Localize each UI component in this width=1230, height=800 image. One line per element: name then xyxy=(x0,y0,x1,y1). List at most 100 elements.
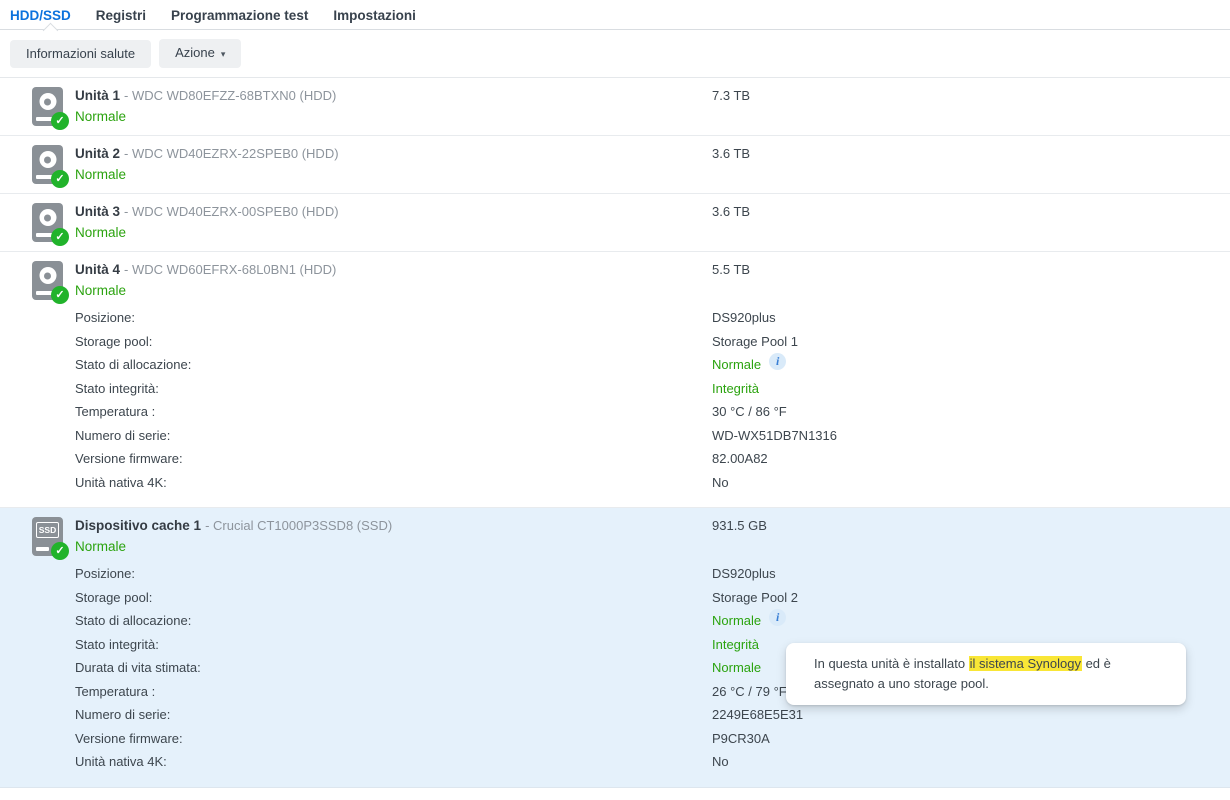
info-icon[interactable]: i xyxy=(769,353,787,370)
detail-value: No xyxy=(712,474,729,490)
ssd-icon: SSD ✓ xyxy=(32,517,69,560)
detail-label: Posizione: xyxy=(75,566,135,581)
detail-row: Stato di allocazione: Normale i xyxy=(75,353,1230,377)
detail-value: Storage Pool 2 xyxy=(712,589,799,605)
tooltip-highlight: il sistema Synology xyxy=(968,656,1082,671)
detail-label: Versione firmware: xyxy=(75,451,183,466)
detail-row: Storage pool: Storage Pool 1 xyxy=(75,330,1230,354)
detail-value: 30 °C / 86 °F xyxy=(712,404,787,419)
drive-model: - WDC WD60EFRX-68L0BN1 (HDD) xyxy=(124,262,337,277)
tab-registri[interactable]: Registri xyxy=(96,8,146,23)
detail-label: Stato integrità: xyxy=(75,636,159,652)
status-check-icon: ✓ xyxy=(51,542,69,560)
drive-name: Unità 1 xyxy=(75,88,121,103)
detail-label: Unità nativa 4K: xyxy=(75,474,167,490)
detail-row: Stato integrità: Integrità xyxy=(75,377,1230,401)
chevron-down-icon: ▾ xyxy=(220,49,226,59)
detail-row: Posizione: DS920plus xyxy=(75,562,1230,586)
hdd-platter xyxy=(39,151,56,168)
drive-row-2[interactable]: ✓ Unità 2- WDC WD40EZRX-22SPEB0 (HDD) No… xyxy=(0,136,1230,194)
drive-capacity: 3.6 TB xyxy=(712,146,751,161)
detail-row: Versione firmware: P9CR30A xyxy=(75,727,1230,751)
status-check-icon: ✓ xyxy=(51,170,69,188)
health-info-button[interactable]: Informazioni salute xyxy=(10,39,152,68)
drive-status: Normale xyxy=(75,539,127,554)
detail-value: WD-WX51DB7N1316 xyxy=(712,427,837,443)
status-check-icon: ✓ xyxy=(51,286,69,304)
detail-row: Posizione: DS920plus xyxy=(75,306,1230,330)
drive-row-1[interactable]: ✓ Unità 1- WDC WD80EFZZ-68BTXN0 (HDD) No… xyxy=(0,78,1230,136)
info-icon[interactable]: i xyxy=(769,609,787,626)
detail-label: Numero di serie: xyxy=(75,707,171,722)
detail-label: Posizione: xyxy=(75,310,135,325)
detail-label: Durata di vita stimata: xyxy=(75,660,201,675)
hdd-icon: ✓ xyxy=(32,203,69,246)
detail-value: Normale xyxy=(712,660,762,675)
detail-row: Numero di serie: WD-WX51DB7N1316 xyxy=(75,424,1230,448)
drive-details: Posizione: DS920plus Storage pool: Storage… xyxy=(75,306,1230,494)
detail-label: Unità nativa 4K: xyxy=(75,754,167,769)
detail-value: P9CR30A xyxy=(712,730,770,746)
status-check-icon: ✓ xyxy=(51,228,69,246)
drive-name: Unità 2 xyxy=(75,146,121,161)
detail-value: Integrità xyxy=(712,636,759,652)
detail-label: Temperatura : xyxy=(75,683,156,699)
drive-name: Unità 3 xyxy=(75,204,121,219)
detail-value: 82.00A82 xyxy=(712,451,768,466)
detail-value: Normale xyxy=(712,357,762,372)
tab-bar: HDD/SSD Registri Programmazione test Imp… xyxy=(0,0,1230,39)
drive-capacity: 5.5 TB xyxy=(712,262,751,277)
detail-label: Stato di allocazione: xyxy=(75,357,192,372)
detail-value: DS920plus xyxy=(712,310,776,325)
tab-hdd-ssd[interactable]: HDD/SSD xyxy=(10,8,71,23)
action-dropdown-label: Azione xyxy=(175,45,215,60)
drive-model: - WDC WD80EFZZ-68BTXN0 (HDD) xyxy=(124,88,337,103)
hdd-platter xyxy=(39,93,56,110)
drive-status: Normale xyxy=(75,283,127,298)
status-check-icon: ✓ xyxy=(51,112,69,130)
drive-model: - Crucial CT1000P3SSD8 (SSD) xyxy=(205,518,393,533)
detail-row: Temperatura : 30 °C / 86 °F xyxy=(75,400,1230,424)
detail-row: Versione firmware: 82.00A82 xyxy=(75,447,1230,471)
detail-label: Numero di serie: xyxy=(75,427,171,443)
detail-label: Storage pool: xyxy=(75,589,153,605)
action-dropdown-button[interactable]: Azione ▾ xyxy=(159,39,242,68)
detail-label: Stato di allocazione: xyxy=(75,613,192,628)
detail-row: Unità nativa 4K: No xyxy=(75,750,1230,774)
detail-value: DS920plus xyxy=(712,566,776,581)
detail-label: Stato integrità: xyxy=(75,380,159,396)
detail-value: Storage Pool 1 xyxy=(712,333,799,349)
detail-label: Versione firmware: xyxy=(75,730,183,746)
storage-manager-hdd-panel: HDD/SSD Registri Programmazione test Imp… xyxy=(0,0,1230,800)
ssd-label: SSD xyxy=(36,522,59,538)
detail-row: Numero di serie: 2249E68E5E31 xyxy=(75,703,1230,727)
hdd-icon: ✓ xyxy=(32,87,69,130)
drive-status: Normale xyxy=(75,109,127,124)
drive-model: - WDC WD40EZRX-00SPEB0 (HDD) xyxy=(124,204,339,219)
tooltip-text-line2: assegnato a uno storage pool. xyxy=(814,676,989,691)
drive-name: Dispositivo cache 1 xyxy=(75,518,202,533)
detail-label: Temperatura : xyxy=(75,404,156,419)
hdd-platter xyxy=(39,209,56,226)
drive-name: Unità 4 xyxy=(75,262,121,277)
hdd-platter xyxy=(39,267,56,284)
detail-value: Integrità xyxy=(712,380,759,396)
drive-capacity: 3.6 TB xyxy=(712,204,751,219)
tooltip-text-after: ed è xyxy=(1081,656,1111,671)
hdd-icon: ✓ xyxy=(32,145,69,188)
ssd-bar xyxy=(36,547,49,551)
toolbar: Informazioni salute Azione ▾ xyxy=(0,30,1230,78)
drive-row-4[interactable]: ✓ Unità 4- WDC WD60EFRX-68L0BN1 (HDD) No… xyxy=(0,252,1230,508)
drive-row-3[interactable]: ✓ Unità 3- WDC WD40EZRX-00SPEB0 (HDD) No… xyxy=(0,194,1230,252)
drive-capacity: 7.3 TB xyxy=(712,88,751,103)
drive-capacity: 931.5 GB xyxy=(712,518,767,533)
detail-value: 26 °C / 79 °F xyxy=(712,683,787,699)
drive-status: Normale xyxy=(75,225,127,240)
detail-row: Unità nativa 4K: No xyxy=(75,471,1230,495)
system-drive-tooltip: In questa unità è installato il sistema … xyxy=(786,643,1186,705)
detail-value: Normale xyxy=(712,613,762,628)
tab-programmazione-test[interactable]: Programmazione test xyxy=(171,8,308,23)
hdd-icon: ✓ xyxy=(32,261,69,304)
detail-label: Storage pool: xyxy=(75,333,153,349)
tab-impostazioni[interactable]: Impostazioni xyxy=(333,8,416,23)
